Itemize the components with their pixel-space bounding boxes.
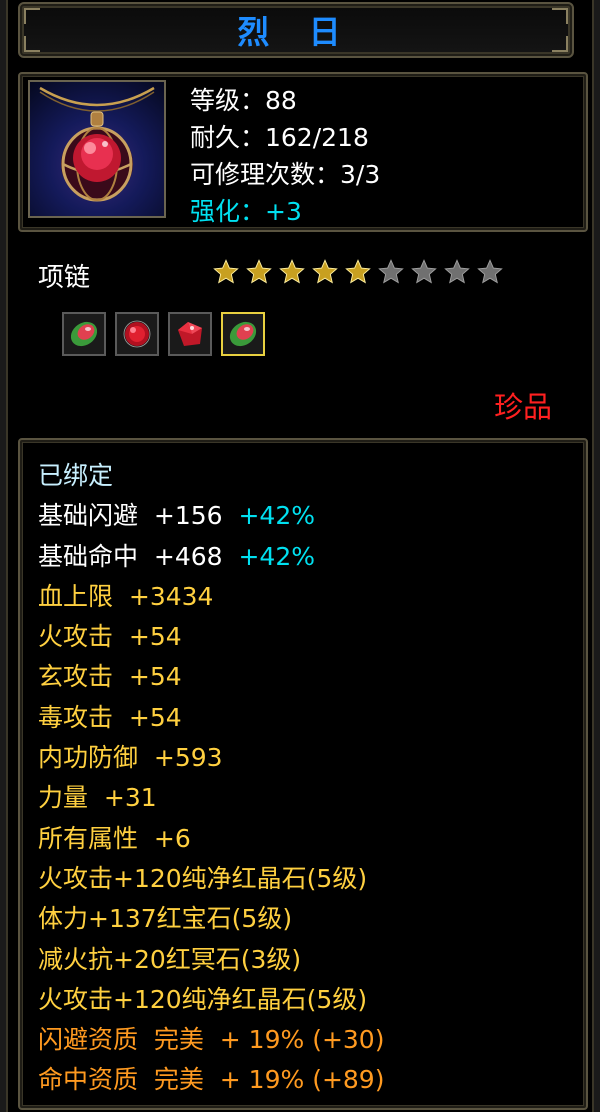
rarity-label: 珍品 [493,390,552,424]
hit-bonus: +42% [238,541,315,571]
star-empty-icon [411,259,437,284]
star-rating [212,258,504,286]
star-filled-icon [213,259,239,284]
gem-slot[interactable] [221,312,265,356]
star-empty-icon [444,259,470,284]
item-name: 烈 日 [237,13,355,51]
enhance-text: 强化：+3 [190,197,302,226]
quality-line: 命中资质 完美 + 19% (+89) [38,1065,385,1095]
gem-slot[interactable] [62,312,106,356]
star-filled-icon [246,259,272,284]
attribute-line: 血上限 +3434 [38,581,214,611]
star-filled-icon [312,259,338,284]
attribute-line: 力量 +31 [38,783,157,813]
red-round-gem-icon [123,320,151,348]
corner-ornament [24,8,40,24]
level-text: 等级：88 [190,86,297,115]
gem-slot[interactable] [168,312,212,356]
dodge-bonus: +42% [238,501,315,531]
star-empty-icon [477,259,503,284]
dodge-text: 基础闪避 +156 [38,501,223,531]
corner-ornament [552,36,568,52]
star-empty-icon [378,259,404,284]
attribute-line: 内功防御 +593 [38,743,223,773]
gem-slot[interactable] [115,312,159,356]
attribute-line: 所有属性 +6 [38,823,191,853]
attribute-line: 毒攻击 +54 [38,702,182,732]
attribute-line: 基础闪避 +156 +42% [38,496,384,536]
item-stats: 等级：88 耐久：162/218 可修理次数：3/3 强化：+3 [190,82,380,230]
quality-line: 闪避资质 完美 + 19% (+30) [38,1025,385,1055]
hit-text: 基础命中 +468 [38,541,223,571]
bound-status: 已绑定 [38,461,114,490]
repair-count-text: 可修理次数：3/3 [190,160,381,189]
item-type: 项链 [38,263,91,293]
attribute-line: 基础命中 +468 +42% [38,537,384,577]
title-bar: 烈 日 [18,2,574,58]
corner-ornament [24,36,40,52]
star-filled-icon [345,259,371,284]
gem-attribute-line: 火攻击+120纯净红晶石(5级) [38,984,368,1014]
attribute-line: 玄攻击 +54 [38,662,182,692]
gem-socket-row [62,312,265,356]
attribute-line: 火攻击 +54 [38,622,182,652]
durability-text: 耐久：162/218 [190,123,369,152]
attribute-list: 已绑定 基础闪避 +156 +42% 基础命中 +468 +42% 血上限 +3… [38,456,384,1101]
gem-attribute-line: 体力+137红宝石(5级) [38,904,293,934]
gem-attribute-line: 火攻击+120纯净红晶石(5级) [38,863,368,893]
corner-ornament [552,8,568,24]
star-filled-icon [279,259,305,284]
necklace-icon [28,80,166,218]
gem-attribute-line: 减火抗+20红冥石(3级) [38,944,302,974]
green-red-gem-icon [70,321,98,347]
green-red-gem-icon [229,321,257,347]
red-crystal-gem-icon [178,322,202,346]
